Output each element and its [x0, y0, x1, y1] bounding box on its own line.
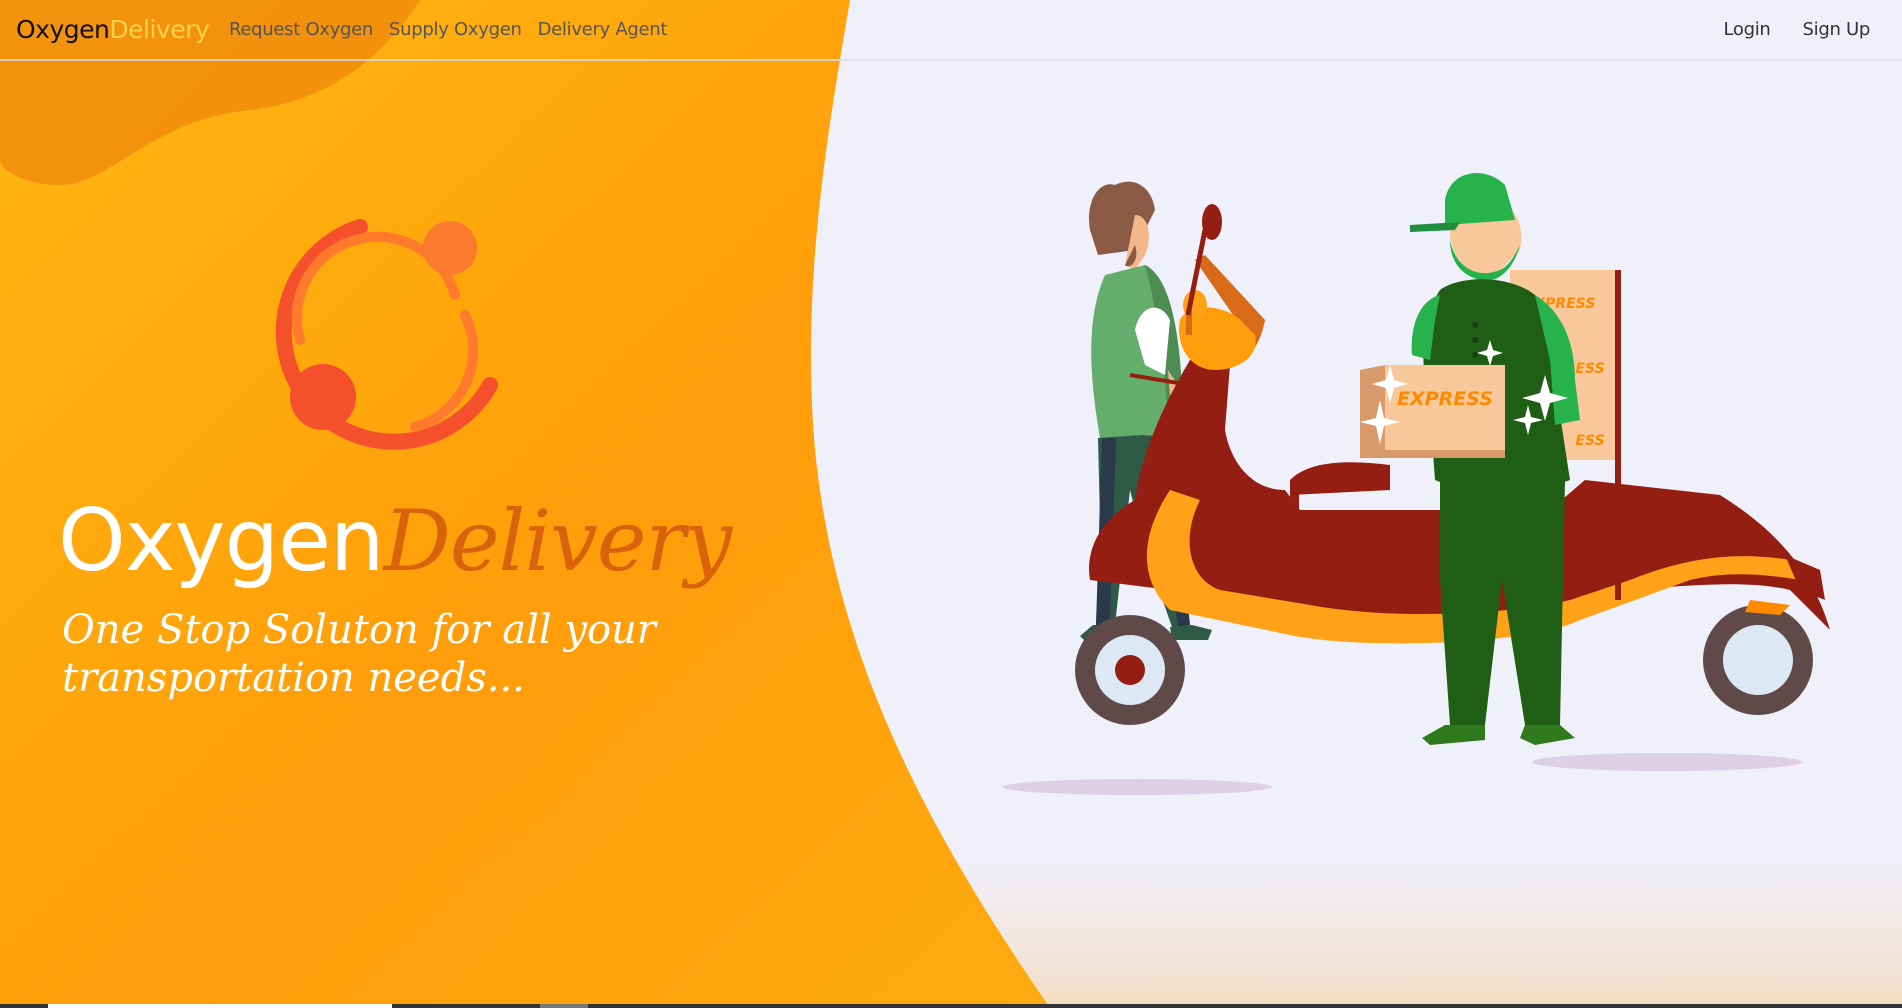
nav-links: Request Oxygen Supply Oxygen Delivery Ag… [229, 19, 667, 40]
oxygen-logo-icon [275, 219, 498, 450]
login-link[interactable]: Login [1723, 19, 1770, 40]
auth-links: Login Sign Up [1723, 19, 1870, 40]
top-navbar: OxygenDelivery Request Oxygen Supply Oxy… [0, 0, 1902, 61]
brand-name-part1: Oxygen [16, 15, 110, 44]
nav-supply-oxygen[interactable]: Supply Oxygen [389, 19, 522, 40]
brand-name-part2: Delivery [109, 15, 210, 44]
express-box-label: EXPRESS [1397, 388, 1493, 410]
express-label-stack-3: ESS [1575, 433, 1604, 449]
hero-tagline: One Stop Soluton for all your transporta… [62, 607, 656, 701]
nav-request-oxygen[interactable]: Request Oxygen [229, 19, 373, 40]
hero-title: OxygenDelivery [58, 488, 733, 594]
delivery-agent-figure: EXPRESS ESS ESS EXPRESS [1360, 173, 1621, 745]
hero-title-part2: Delivery [383, 492, 733, 590]
hero-title-part1: Oxygen [58, 491, 384, 591]
bottom-strip [0, 1004, 1902, 1008]
express-label-stack-2: ESS [1575, 361, 1604, 377]
bottom-strip-segment [48, 1004, 392, 1008]
signup-link[interactable]: Sign Up [1803, 19, 1871, 40]
brand-logo[interactable]: OxygenDelivery [16, 15, 210, 44]
bottom-strip-segment [540, 1004, 588, 1008]
delivery-illustration: EXPRESS ESS ESS EXPRESS [1002, 173, 1830, 795]
nav-delivery-agent[interactable]: Delivery Agent [538, 19, 668, 40]
